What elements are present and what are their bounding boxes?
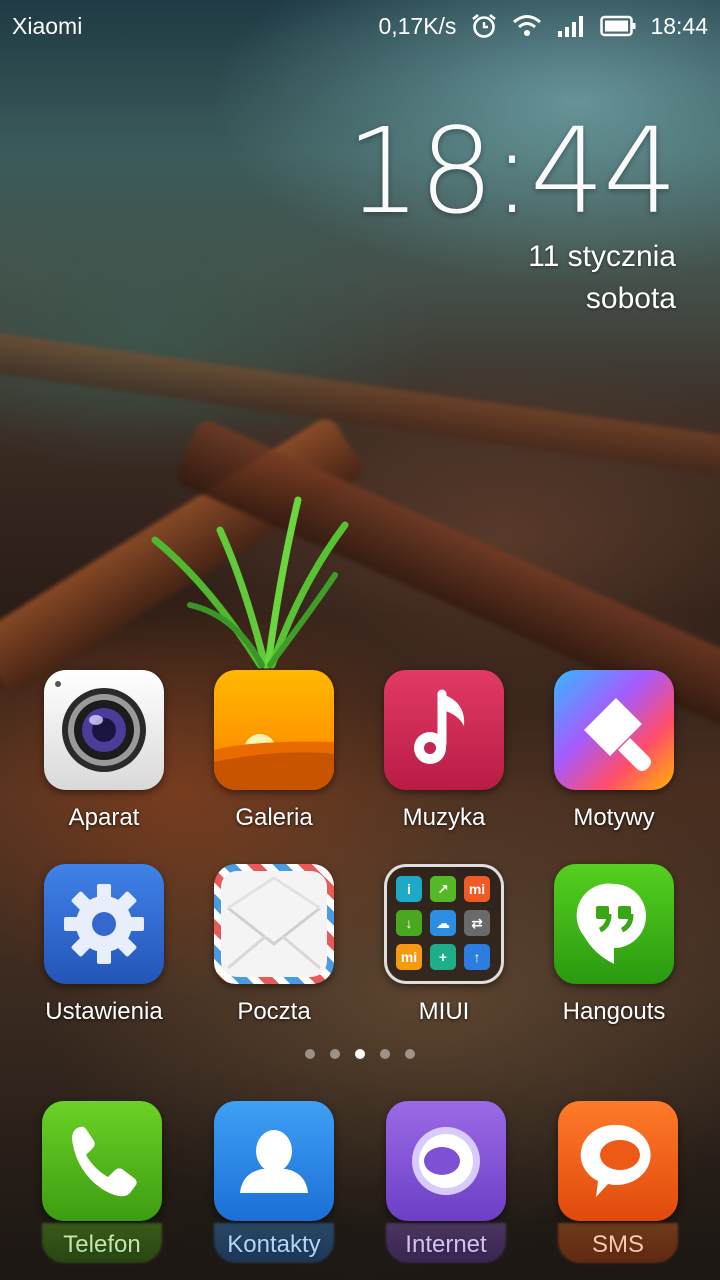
app-label: MIUI <box>418 998 470 1025</box>
icon-reflection <box>214 1223 334 1263</box>
music-icon <box>384 670 504 790</box>
camera-icon <box>44 670 164 790</box>
signal-icon <box>558 16 584 37</box>
page-dot[interactable] <box>330 1049 340 1059</box>
mini-app-icon: ⇄ <box>464 910 490 936</box>
mail-icon <box>214 864 334 984</box>
status-bar: Xiaomi 0,17K/s 18:44 <box>0 0 720 52</box>
settings-icon <box>44 864 164 984</box>
icon-reflection <box>42 1223 162 1263</box>
themes-icon <box>554 670 674 790</box>
page-dot[interactable] <box>305 1049 315 1059</box>
page-dot-active[interactable] <box>355 1049 365 1059</box>
mini-app-icon: ☁ <box>430 910 456 936</box>
app-miui-folder[interactable]: i ↗ mi ↓ ☁ ⇄ mi + ↑ MIUI <box>359 864 529 1026</box>
phone-icon <box>42 1101 162 1221</box>
app-muzyka[interactable]: Muzyka <box>359 670 529 832</box>
app-hangouts[interactable]: Hangouts <box>529 864 699 1026</box>
app-label: Hangouts <box>562 998 666 1025</box>
mini-app-icon: mi <box>464 876 490 902</box>
alarm-icon <box>472 13 497 38</box>
app-label: Poczta <box>237 998 311 1025</box>
app-label: Muzyka <box>402 804 486 831</box>
wifi-icon <box>513 15 542 36</box>
clock-date: 11 stycznia <box>528 240 676 273</box>
clock-time: 18:44 <box>345 102 678 240</box>
page-dot[interactable] <box>380 1049 390 1059</box>
dock-kontakty[interactable]: Kontakty <box>189 1101 359 1263</box>
app-galeria[interactable]: Galeria <box>189 670 359 832</box>
app-aparat[interactable]: Aparat <box>19 670 189 832</box>
app-label: Motywy <box>573 804 655 831</box>
wallpaper-plant <box>151 496 349 669</box>
mini-app-icon: mi <box>396 944 422 970</box>
wallpaper-rail <box>0 323 720 477</box>
browser-icon <box>386 1101 506 1221</box>
network-speed: 0,17K/s <box>378 12 457 39</box>
mini-app-icon: + <box>430 944 456 970</box>
app-poczta[interactable]: Poczta <box>189 864 359 1026</box>
app-label: Ustawienia <box>45 998 163 1025</box>
dock-sms[interactable]: SMS <box>533 1101 703 1263</box>
app-motywy[interactable]: Motywy <box>529 670 699 832</box>
icon-reflection <box>558 1223 678 1263</box>
page-dot[interactable] <box>405 1049 415 1059</box>
app-label: Galeria <box>235 804 313 831</box>
app-label: Aparat <box>68 804 140 831</box>
battery-icon <box>600 15 636 37</box>
icon-reflection <box>386 1223 506 1263</box>
mini-app-icon: ↓ <box>396 910 422 936</box>
dock-internet[interactable]: Internet <box>361 1101 531 1263</box>
dock-telefon[interactable]: Telefon <box>17 1101 187 1263</box>
sms-icon <box>558 1101 678 1221</box>
app-ustawienia[interactable]: Ustawienia <box>19 864 189 1026</box>
clock-day: sobota <box>585 282 676 315</box>
clock-widget[interactable]: 18:44 11 stycznia sobota <box>345 102 678 320</box>
page-indicator <box>0 1049 720 1059</box>
mini-app-icon: i <box>396 876 422 902</box>
status-time: 18:44 <box>650 12 708 39</box>
mini-app-icon: ↑ <box>464 944 490 970</box>
mini-app-icon: ↗ <box>430 876 456 902</box>
folder-icon: i ↗ mi ↓ ☁ ⇄ mi + ↑ <box>384 864 504 984</box>
contacts-icon <box>214 1101 334 1221</box>
carrier-name: Xiaomi <box>12 12 83 39</box>
hangouts-icon <box>554 864 674 984</box>
gallery-icon <box>214 670 334 790</box>
